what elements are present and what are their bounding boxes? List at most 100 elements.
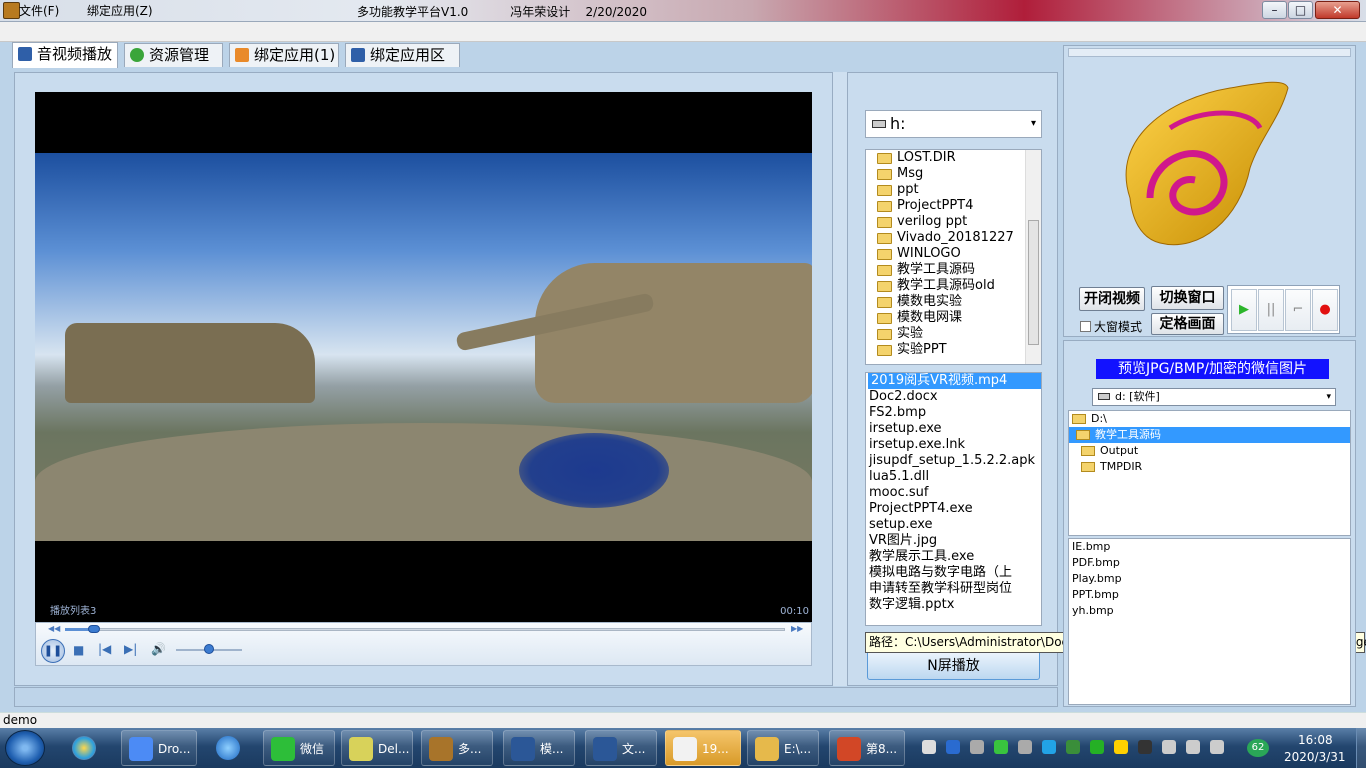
folder-scrollbar[interactable] [1025,150,1041,364]
taskbar-item[interactable]: Dro... [121,730,197,766]
plus-icon[interactable] [1114,740,1128,754]
list-item[interactable]: yh.bmp [1069,603,1350,619]
stop-icon[interactable]: ⌐ [1285,289,1311,331]
list-item[interactable]: setup.exe [866,517,1041,533]
image-file-list[interactable]: IE.bmp PDF.bmp Play.bmp PPT.bmp yh.bmp [1068,538,1351,705]
menu-bind-apps[interactable]: 绑定应用(Z) [87,2,153,19]
previous-button[interactable]: |◀ [98,642,111,656]
drive-select[interactable]: h: ▾ [865,110,1042,138]
list-item[interactable]: 模拟电路与数字电路（上 [866,565,1041,581]
list-item[interactable]: 实验PPT [866,342,1041,358]
list-item[interactable]: ProjectPPT4.exe [866,501,1041,517]
switch-window-button[interactable]: 切换窗口 [1151,286,1224,310]
taskbar-item[interactable]: Del... [341,730,413,766]
file-list[interactable]: 2019阅兵VR视频.mp4 Doc2.docx FS2.bmp irsetup.ex… [865,372,1042,626]
dropdown-icon[interactable] [970,740,984,754]
flag-icon[interactable] [1210,740,1224,754]
list-item[interactable]: 申请转至教学科研型岗位 [866,581,1041,597]
list-item[interactable]: jisupdf_setup_1.5.2.2.apk [866,453,1041,469]
list-item[interactable]: 实验 [866,326,1041,342]
list-item[interactable]: FS2.bmp [866,405,1041,421]
seek-thumb[interactable] [88,625,100,633]
list-item[interactable]: Vivado_20181227 [866,230,1041,246]
taskbar-item[interactable]: 文... [585,730,657,766]
help-icon[interactable] [946,740,960,754]
seek-back-icon[interactable]: ◀◀ [48,624,60,633]
multi-screen-play-button[interactable]: N屏播放 [867,650,1040,680]
list-item[interactable]: PPT.bmp [1069,587,1350,603]
network-badge[interactable]: 62 [1247,739,1269,757]
list-item[interactable]: Msg [866,166,1041,182]
list-item[interactable]: Play.bmp [1069,571,1350,587]
pinned-app-2[interactable] [204,730,252,766]
tab-bind-app-area[interactable]: 绑定应用区 [345,43,460,67]
speaker-icon[interactable] [1162,740,1176,754]
preview-drive-select[interactable]: d: [软件] ▾ [1092,388,1336,406]
list-item[interactable]: Doc2.docx [866,389,1041,405]
list-item[interactable]: ProjectPPT4 [866,198,1041,214]
clock-time[interactable]: 16:08 [1298,733,1333,747]
large-window-checkbox[interactable]: 大窗模式 [1080,318,1142,335]
close-button[interactable]: ✕ [1315,1,1360,19]
list-item[interactable]: IE.bmp [1069,539,1350,555]
list-item[interactable]: PDF.bmp [1069,555,1350,571]
folder-list[interactable]: LOST.DIR Msg ppt ProjectPPT4 verilog ppt Viva… [865,149,1042,365]
volume-icon[interactable]: 🔊 [151,642,166,656]
panel-divider[interactable] [832,72,848,686]
taskbar-item[interactable]: E:\... [747,730,819,766]
list-item[interactable]: 教学工具源码 [866,262,1041,278]
list-item[interactable]: 模数电网课 [866,310,1041,326]
list-item[interactable]: VR图片.jpg [866,533,1041,549]
scroll-thumb[interactable] [1028,220,1039,345]
seek-bar[interactable] [65,628,785,631]
play-icon[interactable]: ▶ [1231,289,1257,331]
list-item[interactable]: lua5.1.dll [866,469,1041,485]
menu-file[interactable]: 文件(F) [19,2,59,19]
list-item[interactable]: verilog ppt [866,214,1041,230]
shield-icon[interactable] [1066,740,1080,754]
clock-date[interactable]: 2020/3/31 [1284,750,1346,764]
minimize-button[interactable]: – [1262,1,1287,19]
wechat-icon[interactable] [1090,740,1104,754]
toggle-video-button[interactable]: 开闭视频 [1079,287,1145,311]
taskbar-item[interactable]: 微信 [263,730,335,766]
directory-tree[interactable]: D:\ 教学工具源码 Output TMPDIR [1068,410,1351,536]
video-player[interactable]: 播放列表3 00:10 [35,92,812,622]
volume-thumb[interactable] [204,644,214,654]
tree-item[interactable]: TMPDIR [1069,459,1350,475]
freeze-frame-button[interactable]: 定格画面 [1151,313,1224,335]
list-item[interactable]: mooc.suf [866,485,1041,501]
network-icon[interactable] [1018,740,1032,754]
list-item[interactable]: ppt [866,182,1041,198]
tree-item[interactable]: 教学工具源码 [1069,427,1350,443]
show-desktop-button[interactable] [1356,728,1366,768]
app-icon[interactable] [3,2,20,19]
list-item[interactable]: 模数电实验 [866,294,1041,310]
list-item[interactable]: 教学展示工具.exe [866,549,1041,565]
maximize-button[interactable]: □ [1288,1,1313,19]
list-item[interactable]: irsetup.exe [866,421,1041,437]
pause-button[interactable]: ❚❚ [41,639,65,663]
pinned-app-1[interactable] [60,730,108,766]
pause-icon[interactable]: || [1258,289,1284,331]
list-item[interactable]: 数字逻辑.pptx [866,597,1041,613]
tab-bind-app-1[interactable]: 绑定应用(1) [229,43,339,67]
qq-icon[interactable] [1138,740,1152,754]
list-item[interactable]: LOST.DIR [866,150,1041,166]
tab-audio-video[interactable]: 音视频播放 [12,42,118,68]
taskbar-item[interactable]: 19... [665,730,741,766]
next-button[interactable]: ▶| [124,642,137,656]
list-item[interactable]: WINLOGO [866,246,1041,262]
signal-icon[interactable] [1186,740,1200,754]
taskbar-item[interactable]: 多... [421,730,493,766]
list-item[interactable]: 教学工具源码old [866,278,1041,294]
tree-item[interactable]: D:\ [1069,411,1350,427]
list-item[interactable]: 2019阅兵VR视频.mp4 [868,373,1041,389]
tab-resources[interactable]: 资源管理 [124,43,223,67]
taskbar-item[interactable]: 模... [503,730,575,766]
checkbox-box[interactable] [1080,321,1091,332]
bluetooth-icon[interactable] [1042,740,1056,754]
list-item[interactable]: irsetup.exe.lnk [866,437,1041,453]
start-button[interactable] [5,730,45,766]
keyboard-icon[interactable] [922,740,936,754]
